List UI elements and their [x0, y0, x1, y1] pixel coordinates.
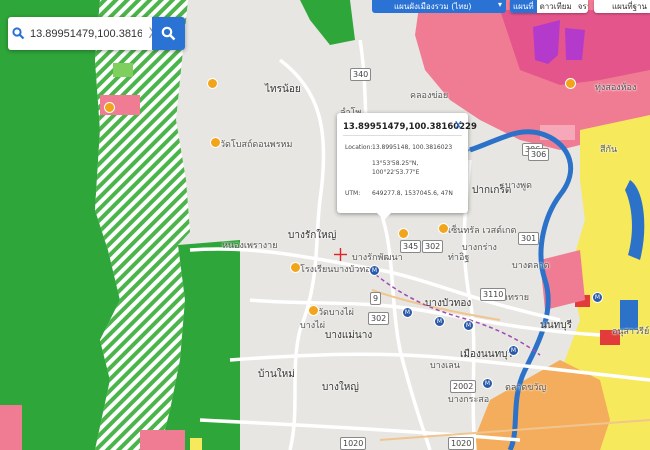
train-station-icon[interactable]: M: [402, 307, 413, 318]
road-shield: 306: [528, 148, 550, 161]
location-label: Location:: [345, 144, 373, 151]
place-label: คลองข่อย: [410, 91, 449, 101]
zone-pink: [0, 405, 22, 450]
poi-marker[interactable]: [290, 262, 301, 273]
location-value: 13.8995148, 100.3816023: [372, 144, 453, 151]
map-layer-dropdown[interactable]: แผนผังเมืองรวม (ไทย) ▾: [372, 0, 506, 13]
poi-marker[interactable]: [308, 305, 319, 316]
search-icon: [161, 26, 176, 41]
poi-marker[interactable]: [398, 228, 409, 239]
map-type-option[interactable]: จราจร: [575, 0, 588, 13]
zone-yellow: [190, 438, 202, 450]
train-station-icon[interactable]: M: [508, 345, 519, 356]
place-label: นนทบุรี: [540, 320, 572, 331]
road-shield: 2002: [450, 380, 477, 393]
location-marker-icon: [334, 248, 347, 261]
search-input[interactable]: [28, 27, 144, 40]
place-label: บางแม่นาง: [325, 330, 373, 341]
poi-marker[interactable]: [207, 78, 218, 89]
place-label: สีกัน: [600, 145, 618, 155]
popup-divider: [343, 135, 462, 136]
place-label: เมืองนนทบุรี: [460, 349, 513, 360]
base-map-button[interactable]: แผนที่ฐาน: [594, 0, 650, 13]
close-popup-button[interactable]: X: [454, 119, 462, 132]
place-label: ไทรน้อย: [265, 84, 301, 95]
place-label: บางกร่าง: [462, 243, 497, 253]
poi-marker[interactable]: [438, 223, 449, 234]
place-label: บางบัวทอง: [425, 298, 472, 309]
poi-marker[interactable]: [565, 78, 576, 89]
train-station-icon[interactable]: M: [434, 316, 445, 327]
base-map-label: แผนที่ฐาน: [612, 2, 647, 11]
train-station-icon[interactable]: M: [592, 292, 603, 303]
poi-label: วัดบางไผ่: [318, 308, 354, 318]
place-label: ทุ่งสองห้อง: [595, 83, 637, 93]
place-label: บางพูด: [505, 181, 532, 191]
dms-latitude: 13°53'58.25"N,: [372, 160, 419, 167]
road-shield: 1020: [340, 437, 367, 450]
poi-label: วัดโบสถ์ดอนพรหม: [220, 140, 293, 150]
road-shield: 302: [422, 240, 444, 253]
train-station-icon[interactable]: M: [369, 265, 380, 276]
road-shield: 3110: [480, 288, 507, 301]
search-button[interactable]: [152, 17, 185, 50]
poi-marker[interactable]: [104, 102, 115, 113]
place-label: บางไผ่: [300, 321, 325, 331]
place-label: บ้านใหม่: [258, 369, 295, 380]
utm-label: UTM:: [345, 190, 361, 197]
road-shield: 9: [370, 292, 382, 305]
place-label: อนุสาวรีย์: [612, 327, 650, 337]
road-shield: 345: [400, 240, 422, 253]
poi-marker[interactable]: [210, 137, 221, 148]
dropdown-label: แผนผังเมืองรวม (ไทย): [394, 2, 472, 11]
place-label: บางรักใหญ่: [288, 230, 337, 241]
map-type-option[interactable]: ดาวเทียม: [537, 0, 575, 13]
place-label: บางใหญ่: [322, 382, 359, 393]
train-station-icon[interactable]: M: [482, 378, 493, 389]
coordinate-popup: 13.89951479,100.38160229 X Location: 13.…: [337, 113, 477, 220]
place-label: ตลาดขวัญ: [505, 383, 547, 393]
dms-longitude: 100°22'53.77"E: [372, 169, 420, 176]
zone-green-small: [113, 63, 133, 77]
place-label: หนองเพรางาย: [222, 241, 278, 251]
place-label: บางตลาด: [512, 261, 550, 271]
road-shield: 302: [368, 312, 390, 325]
road-shield: 1020: [448, 437, 475, 450]
road-shield: 301: [518, 232, 540, 245]
map-type-option[interactable]: แผนที่: [510, 0, 537, 13]
search-icon: [8, 17, 28, 50]
train-station-icon[interactable]: M: [463, 320, 474, 331]
map-type-switch: แผนที่ ดาวเทียม จราจร: [510, 0, 588, 13]
chevron-down-icon: ▾: [497, 0, 502, 9]
search-box: X: [8, 17, 185, 50]
road-shield: 340: [350, 68, 372, 81]
utm-value: 649277.8, 1537045.6, 47N: [372, 190, 453, 197]
place-label: บางเลน: [430, 361, 460, 371]
zone-pink: [140, 430, 185, 450]
poi-label: เซ็นทรัล เวสต์เกต: [448, 226, 517, 236]
zone-purple: [565, 28, 585, 60]
place-label: บางกระสอ: [448, 395, 490, 405]
poi-label: โรงเรียนบางบัวทอง: [300, 265, 376, 275]
